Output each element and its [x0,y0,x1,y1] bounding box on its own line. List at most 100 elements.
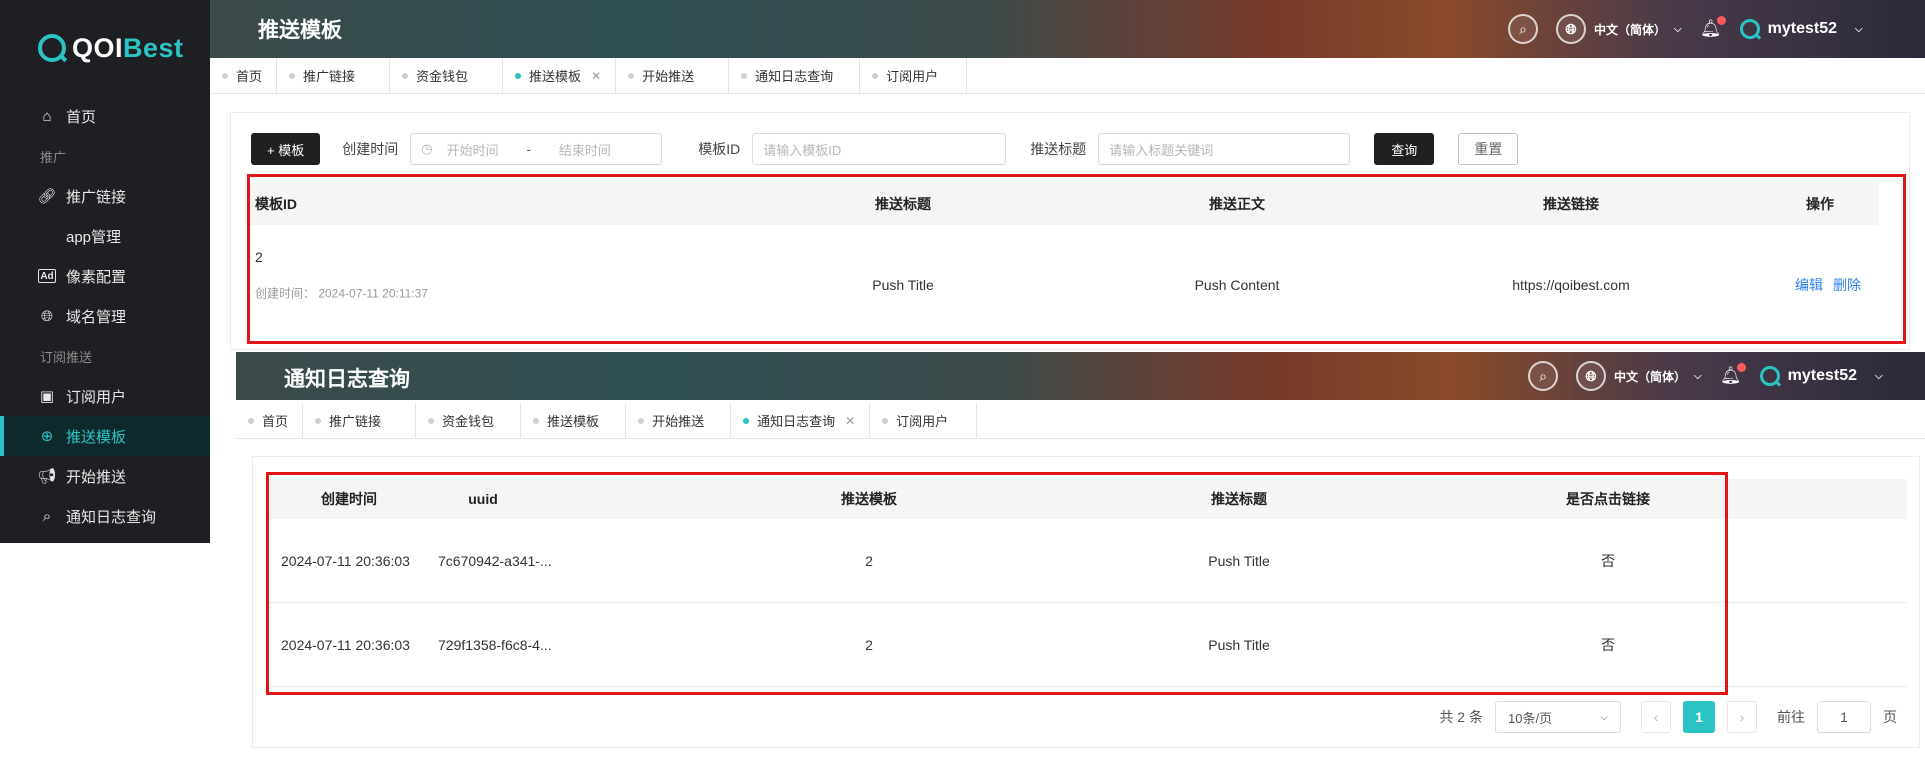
template-id: 2 [255,249,263,265]
query-button[interactable]: 查询 [1374,133,1435,165]
page-title: 通知日志查询 [284,368,410,391]
tab-home[interactable]: 首页 [236,403,304,438]
logo-icon [38,34,66,62]
page-unit-label: 页 [1883,709,1897,725]
push-title-placeholder: 请输入标题关键词 [1109,142,1214,158]
table-row: 2 创建时间： 2024-07-11 20:11:37 Push Title P… [245,225,1879,345]
sidebar-item-label: app管理 [66,228,122,246]
sidebar-item-app[interactable]: app管理 [0,216,210,256]
created-time-label: 创建时间 [342,141,399,157]
language-label: 中文（简体） [1614,369,1687,384]
column-header: uuid [468,491,498,507]
logo-text-qoi: QOI [72,32,124,63]
tab-label: 首页 [262,414,289,429]
link-icon: 🔗︎ [37,188,57,205]
tab-notify-log[interactable]: 通知日志查询 [729,58,861,93]
sidebar-item-notify-log[interactable]: ⌕ 通知日志查询 [0,496,210,536]
close-icon[interactable]: ✕ [591,69,601,83]
globe-icon: 🌐︎ [1556,14,1586,44]
sidebar-item-label: 订阅用户 [66,388,127,406]
username: mytest52 [1767,20,1837,37]
sidebar-item-promo-link[interactable]: 🔗︎ 推广链接 [0,176,210,216]
clicked-status: 否 [1601,636,1615,653]
tab-wallet[interactable]: 资金钱包 [416,403,522,438]
tab-bar-2: 首页 推广链接 资金钱包 推送模板 开始推送 通知日志查询 ✕ 订阅用户 [236,403,1925,439]
start-time-placeholder: 开始时间 [446,142,499,158]
upload-circle-icon: ⊕ [40,428,54,445]
column-header: 推送链接 [1543,196,1599,212]
avatar [1759,366,1780,386]
goto-page-input[interactable]: 1 [1817,701,1871,733]
sidebar-item-label: 推广链接 [66,188,127,206]
chevron-down-icon: ⌵ [1674,23,1682,35]
avatar [1739,19,1760,39]
tab-promo-link[interactable]: 推广链接 [277,58,391,93]
column-header: 推送模板 [841,491,897,507]
username: mytest52 [1787,367,1857,384]
reset-button[interactable]: 重置 [1458,133,1519,165]
next-page-button[interactable]: › [1727,701,1757,733]
date-separator: - [526,141,531,157]
sidebar-item-domain[interactable]: 🌐︎ 域名管理 [0,296,210,336]
column-header: 模板ID [255,196,297,212]
sidebar-item-start-push[interactable]: 📢︎ 开始推送 [0,456,210,496]
tab-start-push[interactable]: 开始推送 [616,58,730,93]
sidebar-item-label: 像素配置 [66,268,127,286]
language-label: 中文（简体） [1594,22,1667,37]
user-menu[interactable]: mytest52 ⌵ [1759,366,1883,386]
push-template: 2 [865,636,873,653]
tab-push-template[interactable]: 推送模板 [521,403,627,438]
page-1-button[interactable]: 1 [1683,701,1715,733]
chevron-down-icon: ⌵ [1874,370,1883,382]
tab-notify-log[interactable]: 通知日志查询 ✕ [731,403,871,438]
tab-wallet[interactable]: 资金钱包 [390,58,504,93]
add-template-button[interactable]: + 模板 [251,133,321,165]
delete-link[interactable]: 删除 [1833,275,1861,295]
table-header: 模板ID 推送标题 推送正文 推送链接 操作 [245,183,1879,225]
template-id-input[interactable]: 请输入模板ID [752,133,1007,165]
logo[interactable]: QOIBest [38,30,184,66]
tab-home[interactable]: 首页 [210,58,278,93]
clicked-status: 否 [1601,552,1615,569]
search-icon[interactable]: ⌕ [1508,14,1538,44]
ad-icon: Ad [38,269,56,283]
column-header: 操作 [1806,196,1834,212]
tab-subscribers[interactable]: 订阅用户 [870,403,978,438]
notification-dot [1716,16,1726,25]
column-header: 推送正文 [1209,196,1265,212]
tab-subscribers[interactable]: 订阅用户 [860,58,968,93]
top-header: 推送模板 ⌕ 🌐︎ 中文（简体） ⌵ 🔔︎ mytest52 ⌵ [210,0,1925,58]
page-title: 推送模板 [258,19,342,42]
sidebar-item-subscribers[interactable]: ▣ 订阅用户 [0,376,210,416]
language-switch[interactable]: 🌐︎ 中文（简体） ⌵ [1576,361,1702,391]
tab-label: 推广链接 [329,414,382,429]
sidebar-item-home[interactable]: ⌂ 首页 [0,96,210,136]
sidebar-nav: ⌂ 首页 推广 🔗︎ 推广链接 app管理 Ad 像素配置 🌐︎ 域名管理 订阅… [0,96,210,536]
apple-icon [38,227,56,245]
tab-start-push[interactable]: 开始推送 [626,403,732,438]
clock-icon: ◷ [421,141,433,156]
created-time: 2024-07-11 20:36:03 [281,636,410,653]
tab-push-template[interactable]: 推送模板 ✕ [503,58,617,93]
bell-icon[interactable]: 🔔︎ [1720,363,1746,386]
sidebar-item-pixel[interactable]: Ad 像素配置 [0,256,210,296]
date-range-picker[interactable]: ◷ 开始时间 - 结束时间 [410,133,663,165]
page-size-select[interactable]: 10条/页 ⌵ [1495,701,1621,733]
template-panel: + 模板 创建时间 ◷ 开始时间 - 结束时间 模板ID 请输入模板ID 推送标… [230,112,1910,350]
user-card-icon: ▣ [39,388,55,405]
sidebar-item-push-template[interactable]: ⊕ 推送模板 [0,416,210,456]
created-time: 创建时间： 2024-07-11 20:11:37 [255,286,428,301]
edit-link[interactable]: 编辑 [1795,275,1823,295]
bell-icon[interactable]: 🔔︎ [1700,16,1726,39]
close-icon[interactable]: ✕ [845,414,855,428]
tab-promo-link[interactable]: 推广链接 [303,403,417,438]
user-menu[interactable]: mytest52 ⌵ [1739,19,1863,39]
push-title-input[interactable]: 请输入标题关键词 [1098,133,1351,165]
tab-label: 首页 [236,69,263,84]
chevron-left-icon: ‹ [1653,709,1659,725]
logo-text-best: Best [123,32,184,63]
language-switch[interactable]: 🌐︎ 中文（简体） ⌵ [1556,14,1682,44]
tab-label: 推广链接 [303,69,356,84]
search-icon[interactable]: ⌕ [1528,361,1558,391]
prev-page-button[interactable]: ‹ [1641,701,1671,733]
